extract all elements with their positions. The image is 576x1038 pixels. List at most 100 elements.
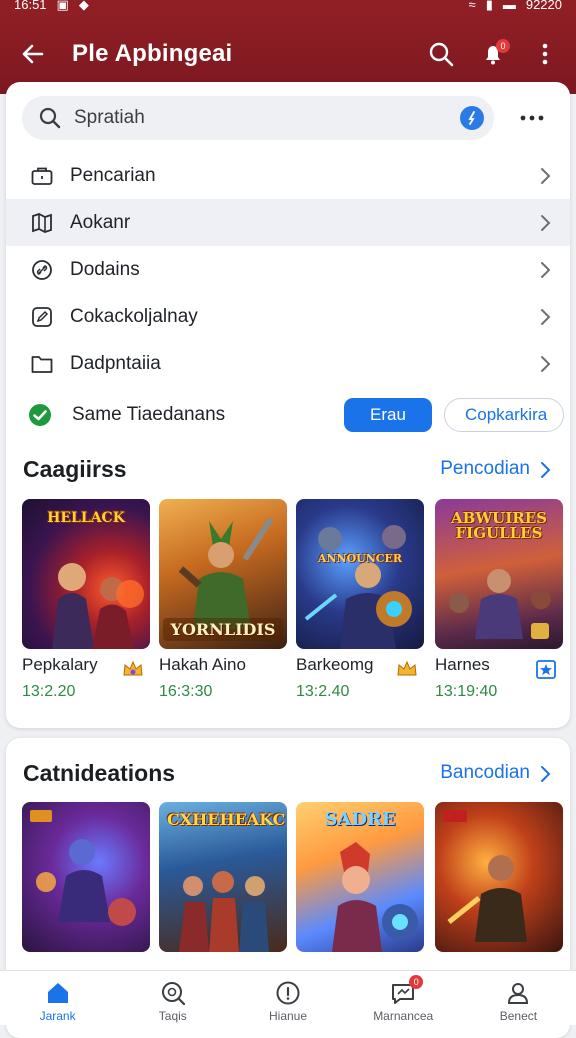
status-time: 16:51 (14, 0, 47, 12)
nav-label: Benect (499, 1009, 538, 1023)
nav-item-profile[interactable]: Benect (461, 971, 576, 1025)
notification-badge: 0 (496, 39, 510, 53)
same-time-row: Same Tiaedanans Erau Copkarkira (6, 390, 570, 440)
nav-item-info[interactable]: Hianue (230, 971, 345, 1025)
chevron-right-icon[interactable] (538, 764, 552, 784)
nav-item-search[interactable]: Taqis (115, 971, 230, 1025)
nav-badge: 0 (409, 975, 424, 989)
notifications-button[interactable]: 0 (476, 37, 510, 71)
more-vertical-icon (542, 43, 548, 65)
search-icon (429, 42, 454, 67)
bottom-navigation: Jarank Taqis Hianue 0 Marnancea Benect (0, 970, 576, 1025)
game-thumbnail[interactable] (22, 802, 150, 952)
game-bottom-banner: YORNLIDIS (163, 618, 283, 641)
app-notification-icon: ▣ (56, 0, 69, 12)
menu-item-dadpntaiia[interactable]: Dadpntaiia (6, 340, 570, 387)
search-bar[interactable] (22, 96, 494, 140)
hero-artwork (30, 810, 136, 926)
menu-item-label: Pencarian (70, 164, 156, 186)
crown-icon (123, 660, 143, 676)
chevron-right-icon (541, 168, 551, 184)
chevron-right-icon (541, 262, 551, 278)
game-card[interactable]: CXHEHEAKC (159, 802, 287, 952)
more-horizontal-icon (520, 115, 544, 121)
game-card[interactable]: SADRE (296, 802, 424, 952)
section-title: Catnideations (23, 760, 176, 786)
more-options-button[interactable] (528, 37, 562, 71)
message-icon: 0 (389, 975, 424, 1007)
nav-label: Jarank (39, 1009, 76, 1023)
menu-item-label: Dodains (70, 258, 140, 280)
menu-item-pencarian[interactable]: Pencarian (6, 152, 570, 199)
game-thumbnail[interactable]: SADRE (296, 802, 424, 952)
back-arrow-icon (22, 44, 44, 64)
game-card[interactable]: ANNOUNCER Barkeomg 13:2.40 (296, 499, 424, 701)
status-bar: 16:51 ▣ ◆ ≈ ▮ ▬ 92220 (0, 0, 576, 14)
map-icon (30, 211, 54, 235)
game-card[interactable] (435, 802, 563, 952)
game-thumbnail[interactable]: YORNLIDIS (159, 499, 287, 649)
menu-item-dodains[interactable]: Dodains (6, 246, 570, 293)
check-circle-icon (29, 404, 51, 426)
section-header: Caagiirss Pencodian (6, 450, 570, 490)
game-card[interactable]: HELLACK Pepkalary 13:2.20 (22, 499, 150, 701)
menu-item-label: Dadpntaiia (70, 352, 161, 374)
game-thumbnail[interactable]: HELLACK (22, 499, 150, 649)
section-link[interactable]: Pencodian (440, 458, 530, 480)
game-card[interactable]: YORNLIDIS Hakah Aino 16:3:30 (159, 499, 287, 701)
sparkle-icon (468, 111, 475, 125)
game-card[interactable] (22, 802, 150, 952)
menu-item-label: Cokackoljalnay (70, 305, 198, 327)
game-time: 13:19:40 (435, 683, 498, 700)
wifi-icon: ≈ (468, 0, 476, 12)
back-button[interactable] (14, 35, 52, 73)
chevron-right-icon (541, 356, 551, 372)
game-banner-text: HELLACK (47, 510, 125, 526)
menu-list: Pencarian Aokanr Dodains Cokackoljalnay (6, 152, 570, 387)
page-title: Ple Apbingeai (72, 40, 233, 67)
folder-icon (30, 352, 54, 376)
game-thumbnail[interactable]: ABWUIRES FIGULLES (435, 499, 563, 649)
link-icon (30, 258, 54, 282)
game-name: Hakah Aino (159, 655, 246, 674)
profile-icon (504, 979, 532, 1007)
assistant-button[interactable] (460, 106, 484, 130)
status-right-text: 92220 (525, 0, 562, 12)
search-button[interactable] (424, 37, 458, 71)
chevron-right-icon (541, 309, 551, 325)
search-icon (39, 107, 61, 129)
main-card: Pencarian Aokanr Dodains Cokackoljalnay (6, 82, 570, 728)
menu-item-aokanr[interactable]: Aokanr (6, 199, 570, 246)
game-time: 16:3:30 (159, 683, 213, 700)
game-banner-text: SADRE (324, 809, 396, 830)
game-thumbnail[interactable]: CXHEHEAKC (159, 802, 287, 952)
nav-item-home[interactable]: Jarank (0, 971, 115, 1025)
edit-icon (30, 305, 54, 329)
nav-label: Hianue (268, 1009, 308, 1023)
nav-label: Marnancea (373, 1009, 434, 1023)
outline-button[interactable]: Copkarkira (444, 398, 564, 432)
briefcase-icon (30, 164, 54, 188)
home-icon (44, 979, 72, 1007)
star-outline-icon (536, 660, 556, 679)
game-banner-text: ANNOUNCER (317, 552, 403, 565)
notification-icon: ◆ (78, 0, 89, 12)
chevron-right-icon[interactable] (538, 460, 552, 480)
nav-label: Taqis (158, 1009, 187, 1023)
game-thumbnail[interactable]: ANNOUNCER (296, 499, 424, 649)
game-time: 13:2.20 (22, 683, 76, 700)
search-input[interactable] (72, 106, 436, 130)
game-thumbnail[interactable] (435, 802, 563, 952)
hero-artwork (443, 810, 527, 942)
chevron-right-icon (541, 215, 551, 231)
hero-artwork (304, 525, 412, 649)
game-banner-text: ABWUIRES FIGULLES (451, 509, 547, 542)
game-time: 13:2.40 (296, 683, 350, 700)
game-card[interactable]: ABWUIRES FIGULLES Harnes 13:19:40 (435, 499, 563, 701)
section-link[interactable]: Bancodian (440, 762, 530, 784)
more-horizontal-button[interactable] (512, 104, 552, 132)
primary-button[interactable]: Erau (344, 398, 432, 432)
nav-item-messages[interactable]: 0 Marnancea (346, 971, 461, 1025)
menu-item-cokackoljalnay[interactable]: Cokackoljalnay (6, 293, 570, 340)
game-banner-text: CXHEHEAKC (167, 810, 286, 829)
